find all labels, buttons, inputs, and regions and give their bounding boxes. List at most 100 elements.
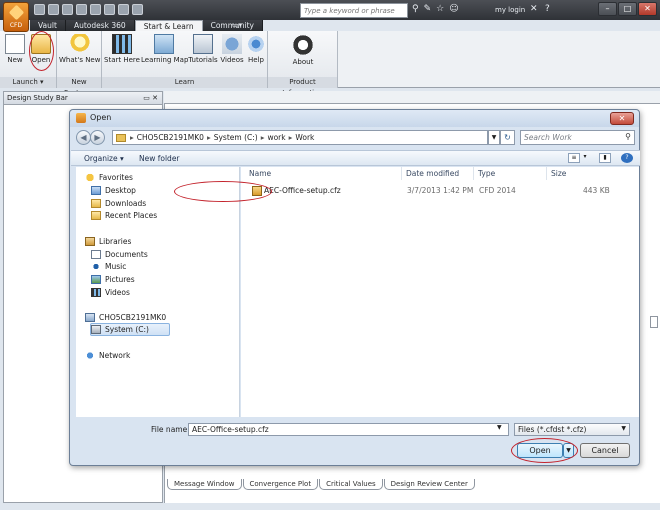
file-size: 443 KB [583, 186, 610, 195]
whats-new-button[interactable]: What's New [59, 34, 100, 65]
nav-pictures[interactable]: Pictures [91, 275, 135, 284]
file-name-input[interactable] [188, 423, 509, 436]
maximize-button[interactable]: □ [618, 2, 637, 16]
search-icon[interactable]: ⚲ [625, 132, 631, 141]
tools-icon[interactable]: ✎ [424, 4, 432, 15]
nav-network[interactable]: Network [85, 351, 130, 360]
tutorials-button[interactable]: Tutorials [188, 34, 218, 65]
search-work-input[interactable]: Search Work ⚲ [520, 130, 635, 145]
address-segment-computer[interactable]: CHO5CB2191MK0 [137, 133, 204, 142]
open-file-dialog: Open ✕ ◀ ▶ ▸ CHO5CB2191MK0 ▸ System (C:)… [69, 109, 640, 466]
application-menu-button[interactable]: CFD [3, 2, 29, 32]
network-icon [85, 351, 95, 360]
design-study-bar-title: Design Study Bar [7, 94, 68, 102]
help-search-input[interactable] [300, 3, 408, 18]
tab-design-review-center[interactable]: Design Review Center [383, 479, 475, 490]
learning-map-icon [154, 34, 174, 54]
dialog-app-icon [76, 113, 86, 123]
tab-convergence-plot[interactable]: Convergence Plot [242, 479, 319, 490]
file-name-row: File name: ▼ Files (*.cfdst *.cfz) ▼ [70, 422, 641, 437]
print-icon[interactable] [104, 4, 115, 15]
address-separator-icon[interactable]: ▸ [207, 133, 211, 142]
start-here-button[interactable]: Start Here [104, 34, 140, 65]
column-separator[interactable] [546, 167, 547, 180]
nav-videos[interactable]: Videos [91, 288, 130, 297]
view-options-icon[interactable]: ≡ [568, 153, 580, 163]
star-icon[interactable]: ☆ [436, 4, 444, 15]
address-bar[interactable]: ▸ CHO5CB2191MK0 ▸ System (C:) ▸ work ▸ W… [112, 130, 488, 145]
ribbon-options-icon[interactable]: ▭▾ [232, 21, 242, 29]
address-separator-icon[interactable]: ▸ [261, 133, 265, 142]
nav-desktop[interactable]: Desktop [91, 186, 136, 195]
refresh-icon[interactable]: ↻ [500, 130, 515, 145]
search-work-placeholder: Search Work [524, 133, 572, 142]
column-name[interactable]: Name [249, 169, 271, 178]
pin-close-icon[interactable]: ▭ ✕ [143, 92, 158, 105]
login-label[interactable]: my login [495, 6, 525, 14]
new-file-icon[interactable] [34, 4, 45, 15]
address-segment-drive[interactable]: System (C:) [214, 133, 258, 142]
learning-map-button[interactable]: Learning Map [141, 34, 188, 65]
nav-recent-places[interactable]: Recent Places [91, 211, 157, 220]
nav-downloads[interactable]: Downloads [91, 199, 146, 208]
forward-arrow-icon[interactable]: ▶ [90, 130, 105, 145]
address-dropdown-icon[interactable]: ▼ [488, 130, 500, 145]
file-type-value: Files (*.cfdst *.cfz) [518, 425, 587, 434]
file-row[interactable]: AEC-Office-setup.cfz 3/7/2013 1:42 PM CF… [244, 184, 636, 197]
redo-icon[interactable] [90, 4, 101, 15]
address-separator-icon[interactable]: ▸ [130, 133, 134, 142]
tutorials-icon [193, 34, 213, 54]
preview-pane-icon[interactable]: ▮ [599, 153, 611, 163]
column-date-modified[interactable]: Date modified [406, 169, 459, 178]
side-panel-grip[interactable] [650, 316, 658, 328]
tab-message-window[interactable]: Message Window [167, 479, 242, 490]
cancel-button[interactable]: Cancel [580, 443, 630, 458]
nav-system-drive[interactable]: System (C:) [91, 325, 149, 334]
help-icon[interactable]: ? [621, 153, 633, 163]
column-separator[interactable] [473, 167, 474, 180]
settings-icon[interactable] [118, 4, 129, 15]
pictures-icon [91, 275, 101, 284]
nav-music[interactable]: Music [91, 262, 126, 271]
column-size[interactable]: Size [551, 169, 566, 178]
nav-documents[interactable]: Documents [91, 250, 148, 259]
help-icon[interactable]: ? [545, 4, 550, 14]
new-folder-button[interactable]: New folder [139, 154, 180, 163]
file-date: 3/7/2013 1:42 PM [407, 186, 474, 195]
help-button[interactable]: Help [245, 34, 267, 65]
tab-critical-values[interactable]: Critical Values [319, 479, 383, 490]
nav-favorites[interactable]: Favorites [85, 173, 133, 182]
nav-computer[interactable]: CHO5CB2191MK0 [85, 313, 166, 322]
file-type-select[interactable]: Files (*.cfdst *.cfz) ▼ [514, 423, 630, 436]
save-icon[interactable] [62, 4, 73, 15]
binoculars-icon[interactable]: ⚲ [412, 4, 419, 15]
file-name: AEC-Office-setup.cfz [264, 186, 341, 195]
column-separator[interactable] [401, 167, 402, 180]
organize-button[interactable]: Organize ▾ [84, 154, 124, 163]
nav-libraries[interactable]: Libraries [85, 237, 131, 246]
tab-start-and-learn[interactable]: Start & Learn [134, 20, 203, 31]
open-file-icon[interactable] [48, 4, 59, 15]
minimize-button[interactable]: – [598, 2, 617, 16]
dialog-close-button[interactable]: ✕ [610, 112, 634, 125]
videos-button[interactable]: Videos [219, 34, 245, 65]
back-arrow-icon[interactable]: ◀ [76, 130, 91, 145]
view-dropdown-icon[interactable]: ▾ [582, 153, 588, 163]
customize-toolbar-icon[interactable] [132, 4, 143, 15]
close-window-button[interactable]: ✕ [638, 2, 657, 16]
new-button[interactable]: New [4, 34, 26, 65]
column-type[interactable]: Type [478, 169, 495, 178]
exchange-icon[interactable]: ✕ [530, 4, 538, 14]
group-label-launch[interactable]: Launch ▾ [0, 77, 56, 88]
address-segment-work[interactable]: work [267, 133, 285, 142]
tab-autodesk-360[interactable]: Autodesk 360 [65, 20, 135, 31]
file-name-dropdown-icon[interactable]: ▼ [497, 424, 502, 431]
about-button[interactable]: About [290, 34, 316, 67]
address-separator-icon[interactable]: ▸ [289, 133, 293, 142]
undo-icon[interactable] [76, 4, 87, 15]
address-segment-work-folder[interactable]: Work [295, 133, 314, 142]
nav-videos-label: Videos [105, 288, 130, 297]
user-icon[interactable]: ☺ [449, 4, 458, 15]
tab-vault[interactable]: Vault [30, 20, 66, 31]
file-list: Name Date modified Type Size AEC-Office-… [241, 167, 639, 417]
